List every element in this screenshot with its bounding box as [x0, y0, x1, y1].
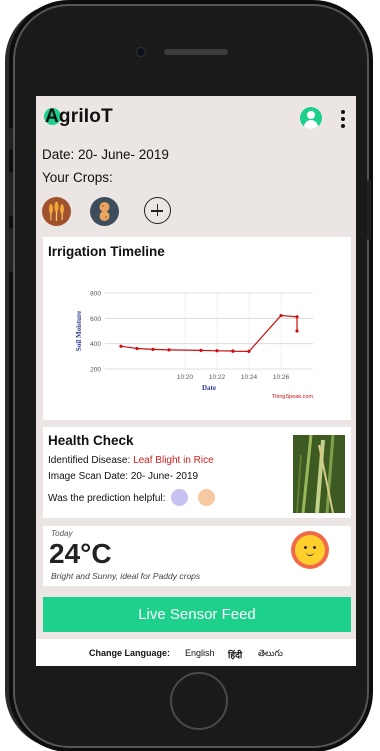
- wheat-crop-icon[interactable]: [42, 197, 71, 226]
- soil-moisture-point: [279, 313, 283, 318]
- your-crops-label: Your Crops:: [42, 170, 113, 185]
- live-sensor-feed-button[interactable]: Live Sensor Feed: [43, 597, 351, 632]
- weather-day: Today: [51, 529, 73, 538]
- x-tick-label: 10:20: [177, 374, 194, 381]
- y-tick-label: 800: [90, 291, 101, 298]
- soil-moisture-chart: 200 400 600 800 10:20 10:22 10:24 10:26 Date Soil…: [75, 291, 314, 401]
- volume-up-button: [9, 172, 13, 216]
- x-axis-label: Date: [202, 384, 216, 392]
- language-option-hindi[interactable]: हिंदी: [228, 648, 242, 661]
- soil-moisture-point: [231, 349, 235, 353]
- soil-moisture-point: [295, 315, 299, 319]
- soil-moisture-point: [167, 348, 171, 352]
- x-tick-label: 10:24: [241, 374, 258, 381]
- y-tick-label: 200: [90, 367, 101, 374]
- soil-moisture-point: [215, 349, 219, 353]
- health-check-card: Health Check Identified Disease: Leaf Bl…: [43, 427, 351, 518]
- soil-moisture-point: [151, 347, 155, 351]
- y-tick-label: 400: [90, 341, 101, 348]
- app-bar: AgriIoT: [36, 96, 356, 140]
- front-camera: [137, 48, 145, 56]
- add-crop-icon[interactable]: [144, 197, 171, 224]
- helpful-question: Was the prediction helpful:: [48, 493, 166, 504]
- more-options-icon[interactable]: [338, 108, 348, 130]
- image-scan-date: Image Scan Date: 20- June- 2019: [48, 471, 199, 482]
- disease-value: Leaf Blight in Rice: [133, 455, 214, 466]
- x-tick-label: 10:22: [209, 374, 226, 381]
- app-title: AgriIoT: [45, 106, 113, 127]
- weather-description: Bright and Sunny, ideal for Paddy crops: [51, 571, 201, 581]
- soil-moisture-point: [199, 348, 203, 352]
- current-date: Date: 20- June- 2019: [42, 147, 169, 162]
- earpiece-speaker: [164, 49, 228, 55]
- weather-card: Today 24°C Bright and Sunny, ideal for P…: [43, 526, 351, 586]
- language-option-telugu[interactable]: తెలుగు: [258, 648, 283, 661]
- language-option-english[interactable]: English: [185, 648, 215, 658]
- profile-avatar-icon[interactable]: [300, 107, 322, 129]
- home-button[interactable]: [170, 672, 228, 730]
- change-language-label: Change Language:: [89, 648, 171, 658]
- peanut-crop-icon[interactable]: [90, 197, 119, 226]
- power-button: [367, 180, 371, 240]
- crop-scan-image: [293, 435, 345, 513]
- language-bar: Change Language: English हिंदी తెలుగు: [36, 639, 356, 666]
- health-check-title: Health Check: [48, 433, 134, 448]
- soil-moisture-point: [247, 349, 251, 353]
- soil-moisture-point: [119, 344, 123, 348]
- thumbs-up-icon[interactable]: [171, 489, 188, 506]
- disease-label: Identified Disease:: [48, 455, 134, 466]
- identified-disease: Identified Disease: Leaf Blight in Rice: [48, 455, 214, 466]
- x-tick-label: 10:26: [273, 374, 290, 381]
- volume-down-button: [9, 228, 13, 272]
- y-axis-label: Soil Moisture: [75, 311, 83, 351]
- sun-icon: [295, 535, 325, 565]
- app-screen: AgriIoT Date: 20- June- 2019 Your Crops:…: [36, 96, 356, 666]
- mute-switch: [9, 128, 13, 150]
- thumbs-down-icon[interactable]: [198, 489, 215, 506]
- temperature: 24°C: [49, 538, 112, 569]
- soil-moisture-point: [135, 346, 139, 351]
- irrigation-timeline-card: Irrigation Timeline 200 400 600 800 10:20 10:…: [43, 237, 351, 420]
- thingspeak-watermark: ThingSpeak.com: [272, 394, 314, 400]
- soil-moisture-point: [295, 329, 299, 333]
- soil-moisture-series-line: [120, 314, 298, 353]
- y-tick-label: 600: [90, 316, 101, 323]
